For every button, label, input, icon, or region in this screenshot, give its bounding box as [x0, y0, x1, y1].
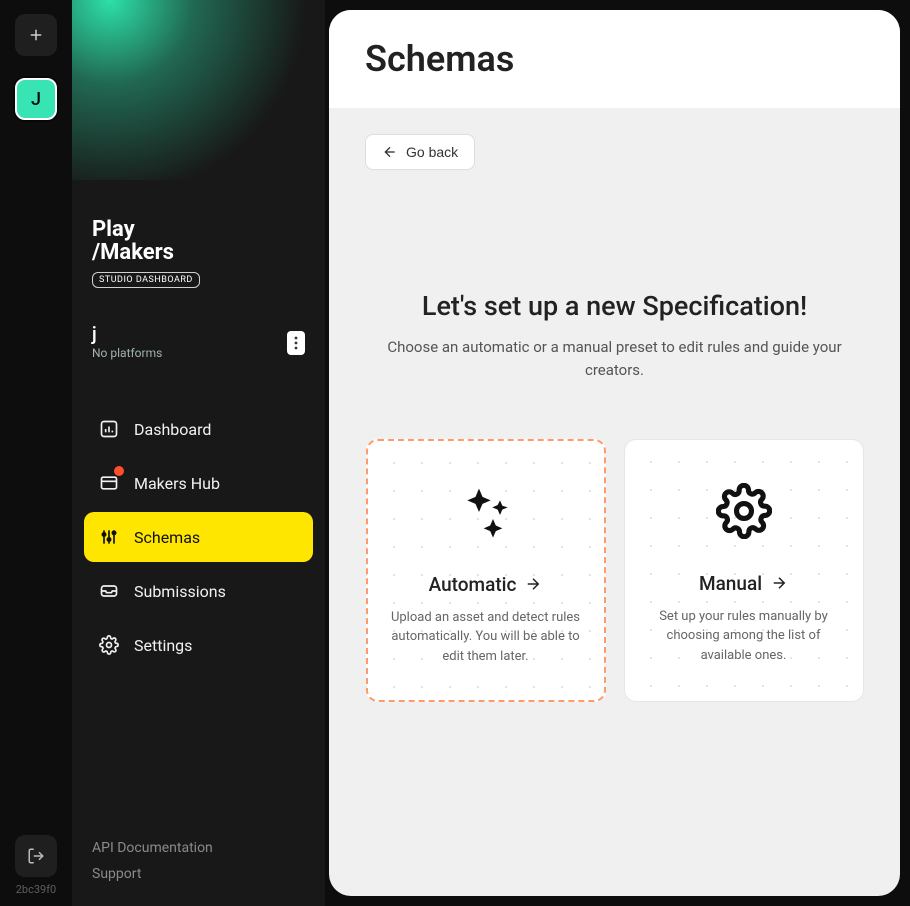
sidebar-item-label: Makers Hub: [134, 474, 220, 493]
support-link[interactable]: Support: [92, 866, 305, 882]
brand-line-1: Play: [92, 218, 305, 241]
workspace-name: j: [92, 326, 162, 344]
logout-button[interactable]: [15, 835, 57, 877]
sidebar-item-dashboard[interactable]: Dashboard: [84, 404, 313, 454]
preset-card-desc: Upload an asset and detect rules automat…: [390, 608, 582, 667]
sliders-icon: [98, 526, 120, 548]
gear-icon: [98, 634, 120, 656]
bar-chart-icon: [98, 418, 120, 440]
setup-subtitle: Choose an automatic or a manual preset t…: [365, 336, 864, 383]
page-title: Schemas: [365, 38, 864, 80]
main-body: Go back Let's set up a new Specification…: [329, 108, 900, 896]
main-wrap: Schemas Go back Let's set up a new Speci…: [325, 0, 910, 906]
main-header: Schemas: [329, 10, 900, 108]
sidebar-item-label: Schemas: [134, 528, 200, 547]
more-vertical-icon: [294, 336, 298, 350]
sidebar-nav: Dashboard Makers Hub Schemas Submissions: [72, 404, 325, 670]
workspace-avatar[interactable]: J: [15, 78, 57, 120]
app-rail: J 2bc39f0: [0, 0, 72, 906]
brand-block: Play /Makers STUDIO DASHBOARD: [72, 180, 325, 298]
workspace-header: j No platforms: [72, 298, 325, 370]
sidebar-item-makers-hub[interactable]: Makers Hub: [84, 458, 313, 508]
go-back-button[interactable]: Go back: [365, 134, 475, 170]
main-panel: Schemas Go back Let's set up a new Speci…: [329, 10, 900, 896]
sidebar-item-label: Settings: [134, 636, 192, 655]
setup-title: Let's set up a new Specification!: [365, 290, 864, 322]
go-back-label: Go back: [406, 144, 458, 160]
arrow-left-icon: [382, 144, 398, 160]
preset-cards: Automatic Upload an asset and detect rul…: [365, 439, 864, 703]
sidebar: Play /Makers STUDIO DASHBOARD j No platf…: [72, 0, 325, 906]
brand-badge: STUDIO DASHBOARD: [92, 272, 200, 288]
add-workspace-button[interactable]: [15, 14, 57, 56]
sidebar-item-label: Submissions: [134, 582, 226, 601]
preset-card-title: Manual: [699, 572, 788, 595]
workspace-more-button[interactable]: [287, 331, 305, 355]
preset-card-automatic[interactable]: Automatic Upload an asset and detect rul…: [366, 439, 606, 703]
workspace-avatar-letter: J: [31, 89, 41, 110]
sidebar-item-settings[interactable]: Settings: [84, 620, 313, 670]
sidebar-item-submissions[interactable]: Submissions: [84, 566, 313, 616]
setup-section: Let's set up a new Specification! Choose…: [365, 290, 864, 702]
preset-card-title: Automatic: [429, 573, 543, 596]
plus-icon: [27, 26, 45, 44]
sidebar-footer: API Documentation Support: [72, 840, 325, 906]
arrow-right-icon: [770, 574, 788, 592]
inbox-icon: [98, 580, 120, 602]
sidebar-item-label: Dashboard: [134, 420, 211, 439]
preset-card-manual[interactable]: Manual Set up your rules manually by cho…: [624, 439, 864, 703]
sidebar-item-schemas[interactable]: Schemas: [84, 512, 313, 562]
preset-card-desc: Set up your rules manually by choosing a…: [647, 607, 841, 666]
build-version: 2bc39f0: [16, 883, 57, 896]
notification-badge: [114, 466, 124, 476]
api-docs-link[interactable]: API Documentation: [92, 840, 305, 856]
gear-icon: [647, 476, 841, 546]
brand-line-2: /Makers: [92, 241, 305, 264]
workspace-subtitle: No platforms: [92, 346, 162, 360]
logout-icon: [27, 847, 45, 865]
sparkles-icon: [390, 477, 582, 547]
arrow-right-icon: [524, 575, 542, 593]
